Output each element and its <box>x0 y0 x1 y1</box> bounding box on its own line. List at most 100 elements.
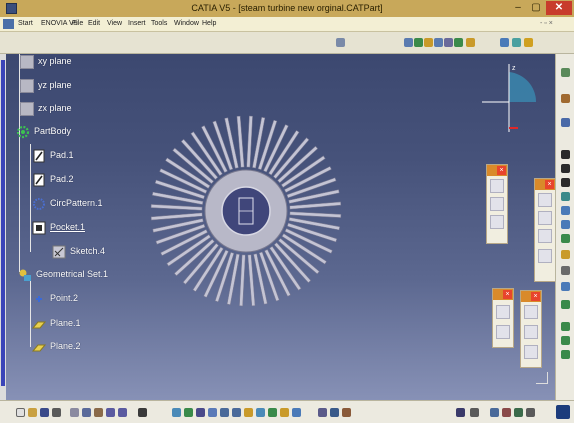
quick-view-icon[interactable] <box>256 408 265 417</box>
measure-icon[interactable] <box>561 118 570 127</box>
catalog-icon[interactable] <box>490 408 499 417</box>
minimize-button[interactable]: – <box>510 1 526 15</box>
hide-show-icon[interactable] <box>500 38 509 47</box>
toolbar-header[interactable]: × <box>487 165 507 176</box>
redo-icon[interactable] <box>118 408 127 417</box>
toolbar-close-icon[interactable]: × <box>531 292 540 301</box>
menu-view[interactable]: View <box>107 20 122 27</box>
tree-item-pad2[interactable]: Pad.2 <box>32 172 132 188</box>
menu-start[interactable]: Start <box>18 20 33 27</box>
normal-to-icon[interactable] <box>244 408 253 417</box>
formula-icon[interactable] <box>561 178 570 187</box>
split-icon[interactable] <box>561 282 570 291</box>
view-fit-icon[interactable] <box>404 38 413 47</box>
hide-icon[interactable] <box>280 408 289 417</box>
scan-parts-icon[interactable] <box>470 408 479 417</box>
toolbar-close-icon[interactable]: × <box>503 290 512 299</box>
3d-viewport[interactable]: xy plane yz plane zx plane PartBody Pad.… <box>6 54 555 400</box>
toolbar-header[interactable]: × <box>535 179 555 190</box>
shading-icon[interactable] <box>268 408 277 417</box>
stiffener-icon[interactable] <box>561 234 570 243</box>
undo-icon[interactable] <box>106 408 115 417</box>
paste-icon[interactable] <box>94 408 103 417</box>
constraint-defined-icon[interactable] <box>561 164 570 173</box>
multi-sections-icon[interactable] <box>561 250 570 259</box>
tree-item-circpattern1[interactable]: CircPattern.1 <box>32 196 132 212</box>
sketcher-icon[interactable] <box>561 94 570 103</box>
new-file-icon[interactable] <box>16 408 25 417</box>
tree-item-yz-plane[interactable]: yz plane <box>20 78 120 94</box>
zoom-in-icon[interactable] <box>434 38 443 47</box>
rotate-icon[interactable] <box>424 38 433 47</box>
copy-icon[interactable] <box>82 408 91 417</box>
pad-tool-icon[interactable] <box>490 179 504 193</box>
tree-item-pad1[interactable]: Pad.1 <box>32 148 132 164</box>
tree-item-zx-plane[interactable]: zx plane <box>20 101 120 117</box>
exit-workbench-icon[interactable] <box>561 68 570 77</box>
pocket-tool-icon[interactable] <box>490 197 504 211</box>
document-window-controls[interactable]: - ▫ × <box>540 20 553 27</box>
scrollbar-thumb[interactable] <box>1 60 5 386</box>
close-button[interactable]: ✕ <box>546 1 572 15</box>
tree-item-geometrical-set1[interactable]: Geometrical Set.1 <box>18 267 128 283</box>
add-icon[interactable] <box>561 336 570 345</box>
chamfer-tool-icon[interactable] <box>496 325 510 339</box>
menu-help[interactable]: Help <box>202 20 216 27</box>
swap-visible-space-icon[interactable] <box>512 38 521 47</box>
pan-icon[interactable] <box>414 38 423 47</box>
part-design-icon[interactable] <box>336 38 345 47</box>
toolbar-close-icon[interactable]: × <box>545 180 554 189</box>
tree-item-partbody[interactable]: PartBody <box>16 124 116 140</box>
menu-file[interactable]: File <box>72 20 83 27</box>
point-tool-icon[interactable] <box>524 305 538 319</box>
analysis-icon[interactable] <box>318 408 327 417</box>
zoom-in-view-icon[interactable] <box>220 408 229 417</box>
rotation-tool-icon[interactable] <box>538 211 552 225</box>
save-icon[interactable] <box>40 408 49 417</box>
remove-icon[interactable] <box>561 266 570 275</box>
fit-all-in-icon[interactable] <box>184 408 193 417</box>
scaling-tool-icon[interactable] <box>538 249 552 263</box>
catia-document-icon[interactable] <box>3 19 14 29</box>
shaft-tool-icon[interactable] <box>490 215 504 229</box>
curvature-analysis-icon[interactable] <box>342 408 351 417</box>
zoom-out-icon[interactable] <box>444 38 453 47</box>
tree-item-xy-plane[interactable]: xy plane <box>20 54 120 70</box>
hole-icon[interactable] <box>561 192 570 201</box>
tree-item-plane1[interactable]: Plane.1 <box>32 316 132 332</box>
menu-edit[interactable]: Edit <box>88 20 100 27</box>
zoom-out-view-icon[interactable] <box>232 408 241 417</box>
toolbar-header[interactable]: × <box>521 291 541 302</box>
fillet-tool-icon[interactable] <box>496 305 510 319</box>
fly-mode-icon[interactable] <box>172 408 181 417</box>
menu-insert[interactable]: Insert <box>128 20 146 27</box>
tools-options-icon[interactable] <box>524 38 533 47</box>
tree-item-point2[interactable]: Point.2 <box>32 291 132 307</box>
swap-icon[interactable] <box>292 408 301 417</box>
open-file-icon[interactable] <box>28 408 37 417</box>
tools-icon[interactable] <box>526 408 535 417</box>
tree-item-plane2[interactable]: Plane.2 <box>32 339 132 355</box>
normal-view-icon[interactable] <box>454 38 463 47</box>
whats-this-icon[interactable] <box>138 408 147 417</box>
render-style-icon[interactable] <box>466 38 475 47</box>
tree-item-sketch4[interactable]: Sketch.4 <box>52 244 132 260</box>
print-icon[interactable] <box>52 408 61 417</box>
translation-tool-icon[interactable] <box>538 193 552 207</box>
knowledge-icon[interactable] <box>514 408 523 417</box>
maximize-button[interactable]: ▢ <box>528 1 544 15</box>
menu-window[interactable]: Window <box>174 20 199 27</box>
turbine-model[interactable] <box>146 66 356 356</box>
toolbar-header[interactable]: × <box>493 289 513 300</box>
rotate-view-icon[interactable] <box>208 408 217 417</box>
pattern-tool-icon[interactable] <box>538 229 552 243</box>
line-tool-icon[interactable] <box>524 325 538 339</box>
menu-tools[interactable]: Tools <box>151 20 167 27</box>
annotations-icon[interactable] <box>502 408 511 417</box>
draft-analysis-icon[interactable] <box>330 408 339 417</box>
thick-surface-icon[interactable] <box>561 300 570 309</box>
apply-material-icon[interactable] <box>456 408 465 417</box>
cut-icon[interactable] <box>70 408 79 417</box>
plane-tool-icon[interactable] <box>524 345 538 359</box>
axis-compass[interactable]: z <box>476 60 536 140</box>
